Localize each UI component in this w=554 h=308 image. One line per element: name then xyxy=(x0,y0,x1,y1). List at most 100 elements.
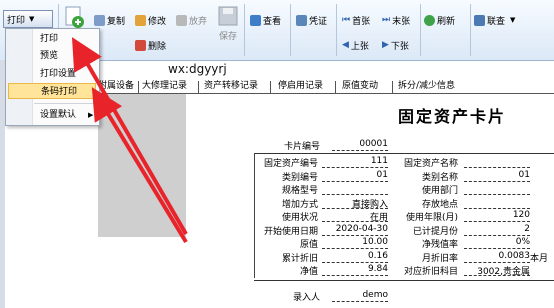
add-button[interactable] xyxy=(64,6,86,30)
last-record-button[interactable]: ⏭ 末张 xyxy=(382,12,410,28)
refresh-button[interactable]: 刷新 xyxy=(424,12,455,28)
toolbar-separator xyxy=(420,4,421,56)
menu-item-print-settings[interactable]: 打印设置 xyxy=(6,66,99,82)
menu-item-set-default-label: 设置默认 xyxy=(40,110,77,120)
print-button[interactable]: 打印 ▼ xyxy=(3,10,53,28)
monthly-extra-label: 本月 xyxy=(530,254,549,264)
tab-original-value-change[interactable]: 原值变动 xyxy=(342,79,378,93)
right-field-label: 类别名称 xyxy=(421,173,458,183)
right-field-value: 120 xyxy=(464,210,530,222)
left-field-label: 使用状况 xyxy=(281,213,318,223)
card-tabs: 附属设备 大修理记录 资产转移记录 停启用记录 原值变动 拆分/减少信息 xyxy=(98,79,554,94)
card-bottom-border xyxy=(254,280,554,281)
left-field-value: 2020-04-30 xyxy=(322,224,388,236)
voucher-button[interactable]: 凭证 xyxy=(296,12,327,28)
right-field-label: 使用年限(月) xyxy=(405,213,458,223)
menu-item-preview[interactable]: 预览 xyxy=(6,48,99,64)
right-field-value: 0.0083 xyxy=(464,251,530,263)
discard-icon xyxy=(176,14,187,26)
first-label: 首张 xyxy=(352,16,371,27)
right-field-label: 对应折旧科目 xyxy=(403,267,458,277)
card-number-value: 00001 xyxy=(332,139,388,151)
copy-label: 复制 xyxy=(107,16,126,27)
right-field-label: 固定资产名称 xyxy=(403,159,458,169)
link-label: 联查 xyxy=(487,16,506,27)
right-field-label: 存放地点 xyxy=(421,200,458,210)
delete-icon xyxy=(135,39,146,51)
prev-record-button[interactable]: ◀ 上张 xyxy=(342,37,369,53)
toolbar-separator xyxy=(244,4,245,56)
toolbar-separator xyxy=(290,4,291,56)
tab-asset-transfer[interactable]: 资产转移记录 xyxy=(204,79,258,93)
edit-button[interactable]: 修改 xyxy=(135,12,166,28)
next-icon: ▶ xyxy=(382,40,389,50)
left-field-label: 累计折旧 xyxy=(281,254,318,264)
first-icon: ⏮ xyxy=(342,15,351,25)
tab-divider xyxy=(198,81,199,93)
chevron-down-icon: ▼ xyxy=(29,15,35,23)
left-field-label: 规格型号 xyxy=(281,186,318,196)
print-dropdown-menu: 打印 预览 打印设置 条码打印 设置默认 ▶ xyxy=(5,28,100,126)
left-field-label: 开始使用日期 xyxy=(263,227,318,237)
last-label: 末张 xyxy=(392,16,411,27)
refresh-icon xyxy=(424,14,435,26)
tab-split-reduce[interactable]: 拆分/减少信息 xyxy=(398,79,455,93)
link-icon xyxy=(474,14,485,26)
voucher-label: 凭证 xyxy=(309,16,328,27)
menu-item-set-default[interactable]: 设置默认 ▶ xyxy=(6,107,99,123)
save-icon xyxy=(218,6,238,26)
link-query-button[interactable]: 联查 ▼ xyxy=(474,12,515,28)
view-button[interactable]: 查看 xyxy=(250,12,281,28)
right-field-value xyxy=(464,197,530,209)
toolbar-separator xyxy=(336,4,337,56)
left-field-label: 净值 xyxy=(299,267,318,277)
tab-divider xyxy=(392,81,393,93)
left-field-value: 0.16 xyxy=(322,251,388,263)
left-field-value: 01 xyxy=(322,170,388,182)
next-record-button[interactable]: ▶ 下张 xyxy=(382,37,409,53)
left-field-label: 增加方式 xyxy=(281,200,318,210)
left-field-label: 固定资产编号 xyxy=(263,159,318,169)
right-field-label: 净残值率 xyxy=(421,240,458,250)
chevron-down-icon: ▼ xyxy=(510,16,516,24)
first-record-button[interactable]: ⏮ 首张 xyxy=(342,12,370,28)
tab-attached-equipment[interactable]: 附属设备 xyxy=(98,79,134,93)
card-number-label: 卡片编号 xyxy=(283,142,320,152)
left-field-value: 直接购入 xyxy=(322,197,388,210)
discard-label: 放弃 xyxy=(189,16,208,27)
copy-button[interactable]: 复制 xyxy=(94,12,125,28)
tab-divider xyxy=(270,81,271,93)
edit-label: 修改 xyxy=(148,16,167,27)
entry-person-label: 录入人 xyxy=(292,293,320,303)
left-field-value: 10.00 xyxy=(322,237,388,249)
chevron-right-icon: ▶ xyxy=(88,111,94,119)
left-gray-pane xyxy=(98,94,186,237)
view-label: 查看 xyxy=(263,16,282,27)
delete-label: 删除 xyxy=(148,41,167,52)
toolbar-separator xyxy=(470,4,471,56)
tab-stop-start[interactable]: 停启用记录 xyxy=(278,79,323,93)
tab-divider xyxy=(138,81,139,93)
save-label: 保存 xyxy=(218,32,237,42)
copy-icon xyxy=(94,14,105,26)
right-field-label: 月折旧率 xyxy=(421,254,458,264)
right-field-label: 使用部门 xyxy=(421,186,458,196)
prev-label: 上张 xyxy=(350,41,369,52)
tab-divider xyxy=(335,81,336,93)
left-field-value xyxy=(322,183,388,195)
discard-button[interactable]: 放弃 xyxy=(176,12,207,28)
voucher-icon xyxy=(296,14,307,26)
right-field-value: 3002,贵金属 xyxy=(464,264,530,277)
left-field-label: 原值 xyxy=(299,240,318,250)
refresh-label: 刷新 xyxy=(437,16,456,27)
right-field-value xyxy=(464,156,530,168)
tab-overhaul-records[interactable]: 大修理记录 xyxy=(142,79,187,93)
menu-item-print[interactable]: 打印 xyxy=(6,31,99,47)
left-field-label: 类别编号 xyxy=(281,173,318,183)
right-field-value: 2 xyxy=(464,224,530,236)
menu-item-barcode-print[interactable]: 条码打印 xyxy=(8,83,96,99)
right-field-value: 0% xyxy=(464,237,530,249)
delete-button[interactable]: 删除 xyxy=(135,37,166,53)
save-button[interactable]: 保存 xyxy=(216,6,240,50)
card-top-border xyxy=(254,153,554,154)
